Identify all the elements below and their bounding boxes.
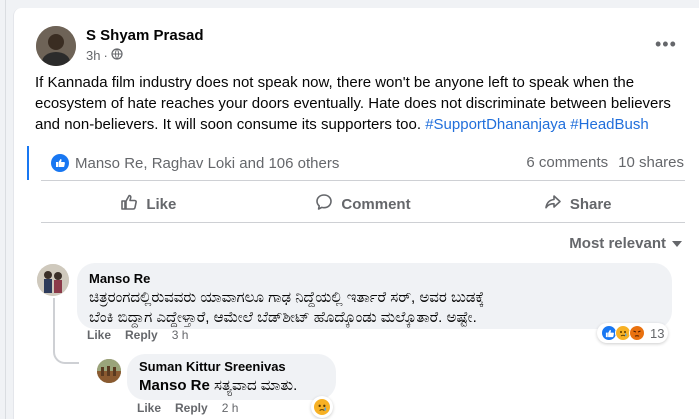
shares-count[interactable]: 10 shares (618, 154, 684, 171)
reaction-summary[interactable]: Manso Re, Raghav Loki and 106 others (51, 154, 339, 172)
reply-actions: Like Reply 2 h (137, 401, 238, 415)
author-avatar[interactable] (36, 26, 76, 66)
reacted-by-text[interactable]: Manso Re, Raghav Loki and 106 others (75, 155, 339, 172)
comment-reply-link[interactable]: Reply (125, 328, 158, 342)
post-stats: 6 comments 10 shares (526, 154, 684, 171)
reply-body: ಸತ್ಯವಾದ ಮಾತು. (214, 377, 298, 394)
like-reaction-icon (51, 154, 69, 172)
more-options-icon[interactable]: ••• (655, 34, 677, 55)
like-label: Like (146, 195, 177, 213)
post-hashtags[interactable]: #SupportDhananjaya #HeadBush (425, 116, 649, 133)
divider (41, 180, 685, 181)
reply-author[interactable]: Suman Kittur Sreenivas (139, 359, 324, 374)
reply-bubble: Suman Kittur Sreenivas Manso Re ಸತ್ಯವಾದ … (127, 354, 336, 400)
sad-reaction-icon (313, 398, 331, 416)
share-label: Share (569, 195, 612, 213)
comment-reactions[interactable]: 13 (597, 323, 669, 343)
comments-count[interactable]: 6 comments (526, 154, 608, 171)
angry-reaction-icon (629, 325, 645, 341)
post-card: S Shyam Prasad 3h · ••• If Kannada film … (13, 8, 699, 419)
post-actions: Like Comment Share (41, 186, 685, 222)
sort-label: Most relevant (569, 235, 666, 252)
comment-actions: Like Reply 3 h (87, 328, 188, 342)
reaction-count: 13 (650, 325, 665, 341)
comment-bubble-icon (315, 193, 333, 215)
globe-icon (111, 48, 123, 63)
comment-time[interactable]: 3 h (172, 328, 189, 342)
post-time[interactable]: 3h (86, 48, 100, 63)
post-author-name[interactable]: S Shyam Prasad (86, 27, 204, 44)
comment-bubble: Manso Re ಚಿತ್ರರಂಗದಲ್ಲಿರುವವರು ಯಾವಾಗಲೂ ಗಾಢ… (77, 263, 672, 329)
reply-like-link[interactable]: Like (137, 401, 161, 415)
reply-reply-link[interactable]: Reply (175, 401, 208, 415)
comment-text-line: ಚಿತ್ರರಂಗದಲ್ಲಿರುವವರು ಯಾವಾಗಲೂ ಗಾಢ ನಿದ್ದೆಯಲ… (89, 289, 485, 306)
share-arrow-icon (544, 193, 562, 215)
reply-mention[interactable]: Manso Re (139, 377, 210, 394)
share-button[interactable]: Share (470, 186, 685, 222)
feed-edge-line (5, 0, 6, 419)
commenter-avatar[interactable] (37, 264, 69, 296)
focus-accent-bar (27, 146, 29, 180)
comment-button[interactable]: Comment (256, 186, 471, 222)
reply-reactions[interactable] (311, 396, 333, 418)
comment-author[interactable]: Manso Re (89, 271, 660, 286)
caret-down-icon (672, 235, 682, 252)
like-button[interactable]: Like (41, 186, 256, 222)
comment-like-link[interactable]: Like (87, 328, 111, 342)
divider (41, 222, 685, 223)
comment-label: Comment (341, 195, 411, 213)
post-text: If Kannada film industry does not speak … (35, 72, 685, 135)
replier-avatar[interactable] (97, 359, 121, 383)
thumbs-up-icon (120, 193, 138, 215)
reply-text: Manso Re ಸತ್ಯವಾದ ಮಾತು. (139, 376, 324, 396)
comment-text-line: ಬೆಂಕಿ ಬಿದ್ದಾಗ ಎದ್ದೇಳ್ತಾರೆ, ಆಮೇಲೆ ಬೆಡ್‌ಶೀ… (89, 309, 477, 326)
reply-time[interactable]: 2 h (222, 401, 239, 415)
comment-sort-dropdown[interactable]: Most relevant (569, 235, 682, 252)
reply-thread-line (53, 298, 79, 364)
post-meta: 3h · (86, 48, 123, 63)
